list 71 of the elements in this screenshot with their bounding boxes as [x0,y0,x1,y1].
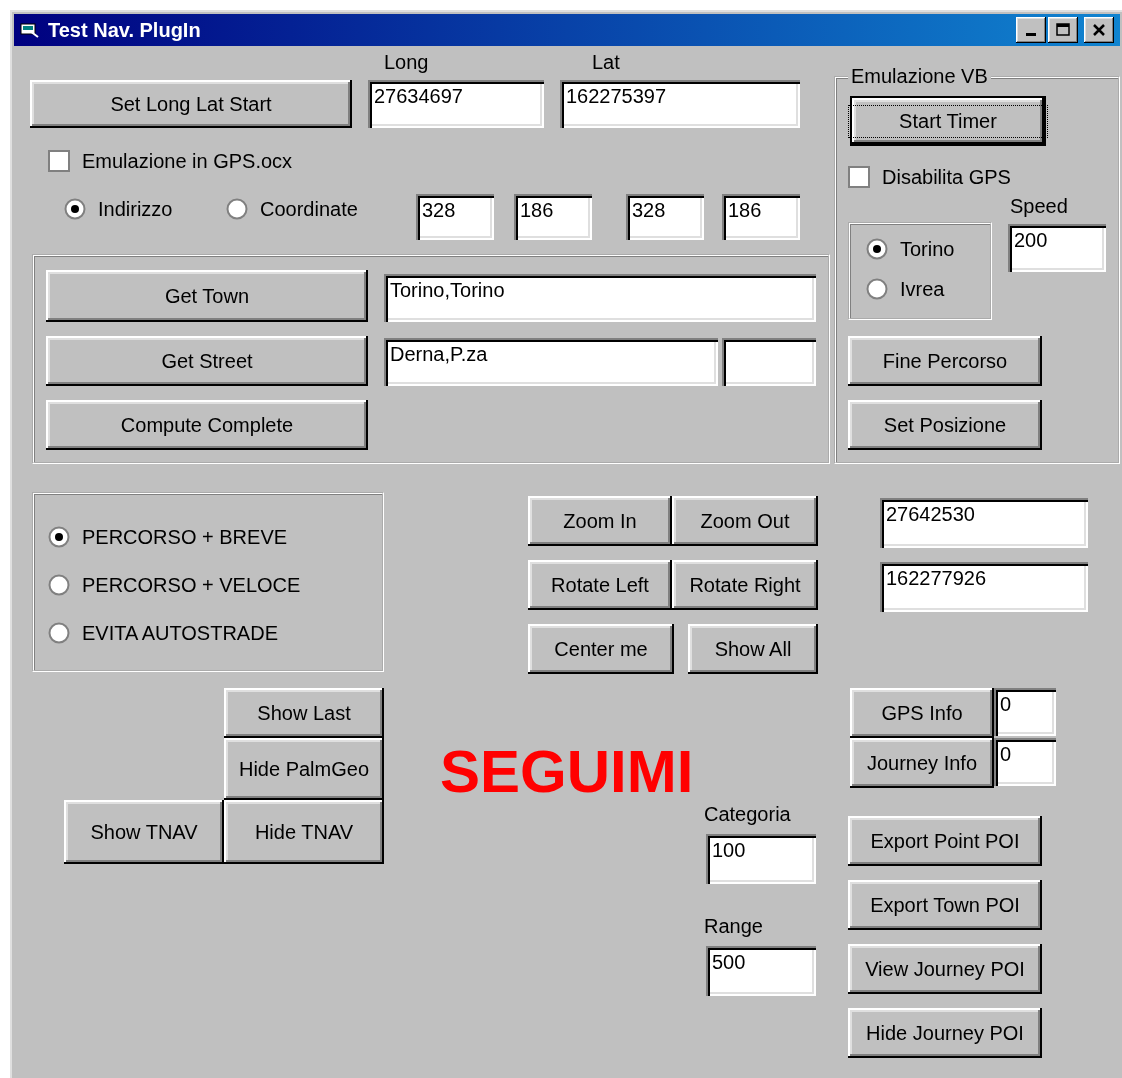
radio-button[interactable] [866,238,888,260]
radio-button[interactable] [226,198,248,220]
push-button[interactable]: Get Town [46,270,368,322]
push-button[interactable]: Show TNAV [64,800,224,864]
radio-label[interactable]: Ivrea [900,275,945,303]
text-field[interactable]: 186 [514,194,592,240]
push-button[interactable]: View Journey POI [848,944,1042,994]
checkbox[interactable] [848,166,870,188]
radio-label[interactable]: Indirizzo [98,195,173,223]
radio-label[interactable]: PERCORSO + VELOCE [82,571,301,599]
push-button[interactable]: Rotate Right [672,560,818,610]
checkbox[interactable] [48,150,70,172]
radio-label[interactable]: PERCORSO + BREVE [82,523,288,551]
push-button[interactable]: Export Town POI [848,880,1042,930]
text-field[interactable]: 27634697 [368,80,544,128]
text-field[interactable]: Derna,P.za [384,338,718,386]
push-button[interactable]: GPS Info [850,688,994,738]
checkbox-label[interactable]: Disabilita GPS [882,163,1011,191]
push-button[interactable]: Start Timer [850,96,1046,146]
radio-button[interactable] [48,574,70,596]
push-button[interactable]: Show All [688,624,818,674]
field-label: Categoria [704,802,792,827]
close-button[interactable] [1084,17,1114,43]
field-label: Range [704,914,764,939]
push-button[interactable]: Show Last [224,688,384,738]
text-field[interactable]: 27642530 [880,498,1088,548]
text-field[interactable]: 100 [706,834,816,884]
app-icon [20,21,40,39]
text-field[interactable]: 0 [994,688,1056,736]
field-label: Long [384,50,430,75]
radio-label[interactable]: Torino [900,235,955,263]
push-button[interactable]: Export Point POI [848,816,1042,866]
text-field[interactable]: 162277926 [880,562,1088,612]
push-button[interactable]: Set Posizione [848,400,1042,450]
radio-label[interactable]: Coordinate [260,195,358,223]
field-label: Speed [1010,194,1069,219]
window-title: Test Nav. PlugIn [48,18,202,42]
text-field[interactable]: 500 [706,946,816,996]
push-button[interactable]: Zoom Out [672,496,818,546]
radio-button[interactable] [64,198,86,220]
push-button[interactable]: Get Street [46,336,368,386]
push-button[interactable]: Rotate Left [528,560,672,610]
radio-label[interactable]: EVITA AUTOSTRADE [82,619,278,647]
radio-button[interactable] [48,526,70,548]
push-button[interactable]: Hide TNAV [224,800,384,864]
maximize-icon [1055,23,1071,37]
text-field[interactable]: 0 [994,738,1056,786]
text-field[interactable]: 328 [416,194,494,240]
push-button[interactable]: Fine Percorso [848,336,1042,386]
close-icon [1092,23,1106,37]
text-field[interactable] [722,338,816,386]
checkbox-label[interactable]: Emulazione in GPS.ocx [82,147,293,175]
push-button[interactable]: Compute Complete [46,400,368,450]
text-field[interactable]: 162275397 [560,80,800,128]
radio-button[interactable] [48,622,70,644]
push-button[interactable]: Zoom In [528,496,672,546]
text-field[interactable]: 186 [722,194,800,240]
headline-label: SEGUIMI [440,737,695,807]
text-field[interactable]: Torino,Torino [384,274,816,322]
push-button[interactable]: Journey Info [850,738,994,788]
minimize-icon [1026,32,1036,36]
minimize-button[interactable] [1016,17,1046,43]
push-button[interactable]: Hide Journey POI [848,1008,1042,1058]
push-button[interactable]: Hide PalmGeo [224,738,384,800]
push-button[interactable]: Center me [528,624,674,674]
maximize-button[interactable] [1048,17,1078,43]
push-button[interactable]: Set Long Lat Start [30,80,352,128]
field-label: Lat [592,50,621,75]
text-field[interactable]: 200 [1008,224,1106,272]
radio-button[interactable] [866,278,888,300]
text-field[interactable]: 328 [626,194,704,240]
